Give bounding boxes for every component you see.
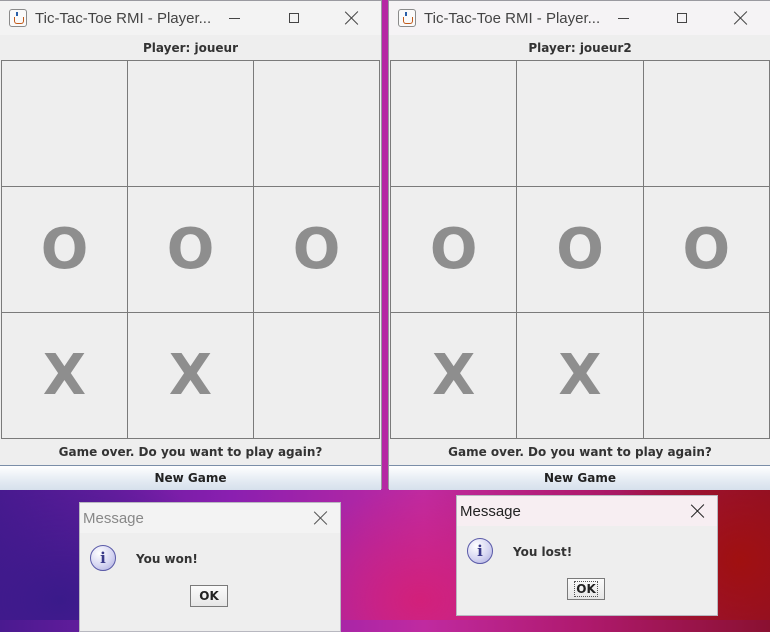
window-title: Tic-Tac-Toe RMI - Player... [35,9,212,27]
game-window-player1: Tic-Tac-Toe RMI - Player... Player: joue… [0,0,382,490]
board-cell[interactable] [128,61,253,186]
title-bar[interactable]: Tic-Tac-Toe RMI - Player... [389,1,770,35]
board-cell[interactable] [517,61,643,186]
dialog-body: i You won! [80,533,340,593]
player-label: Player: joueur [143,40,238,55]
minimize-icon [617,17,629,19]
close-icon [345,11,359,25]
maximize-icon [289,13,299,23]
maximize-button[interactable] [658,1,706,35]
ok-label: OK [574,581,598,597]
game-status: Game over. Do you want to play again? [58,445,323,459]
new-game-button[interactable]: New Game [389,465,770,490]
board-cell[interactable] [643,313,769,438]
ok-button[interactable]: OK [190,585,228,607]
maximize-button[interactable] [270,1,318,35]
board-cell[interactable]: X [391,313,517,438]
board-cell[interactable]: X [2,313,127,438]
dialog-title: Message [460,502,521,520]
info-icon: i [467,538,493,564]
dialog-title: Message [83,509,144,527]
maximize-icon [677,13,687,23]
minimize-button[interactable] [210,1,258,35]
new-game-button[interactable]: New Game [0,465,381,490]
dialog-message: You won! [136,552,198,566]
dialog-title-bar[interactable]: Message [80,503,340,533]
game-window-player2: Tic-Tac-Toe RMI - Player... Player: joue… [388,0,770,490]
close-icon[interactable] [691,504,705,518]
minimize-icon [228,17,240,19]
board-cell[interactable]: O [517,187,643,312]
info-icon: i [90,545,116,571]
dialog-title-bar[interactable]: Message [457,496,717,526]
board-cell[interactable]: O [128,187,253,312]
ok-button[interactable]: OK [567,578,605,600]
game-board: O O O X X [390,60,770,439]
minimize-button[interactable] [599,1,647,35]
window-title: Tic-Tac-Toe RMI - Player... [424,9,601,27]
close-button[interactable] [328,1,376,35]
close-button[interactable] [717,1,765,35]
close-icon[interactable] [314,511,328,525]
message-dialog-won: Message i You won! OK [79,502,341,632]
message-dialog-lost: Message i You lost! OK [456,495,718,616]
board-cell[interactable]: X [517,313,643,438]
ok-label: OK [199,589,219,603]
board-cell[interactable]: O [643,187,769,312]
close-icon [734,11,748,25]
game-board: O O O X X [1,60,380,439]
board-cell[interactable] [391,61,517,186]
board-cell[interactable] [643,61,769,186]
dialog-body: i You lost! [457,526,717,586]
board-cell[interactable]: O [2,187,127,312]
player-label: Player: joueur2 [528,40,632,55]
title-bar[interactable]: Tic-Tac-Toe RMI - Player... [0,1,381,35]
board-cell[interactable] [254,313,379,438]
board-cell[interactable]: O [254,187,379,312]
java-app-icon [398,9,416,27]
board-cell[interactable]: X [128,313,253,438]
board-cell[interactable]: O [391,187,517,312]
board-cell[interactable] [254,61,379,186]
dialog-message: You lost! [513,545,573,559]
java-app-icon [9,9,27,27]
board-cell[interactable] [2,61,127,186]
game-status: Game over. Do you want to play again? [448,445,712,459]
